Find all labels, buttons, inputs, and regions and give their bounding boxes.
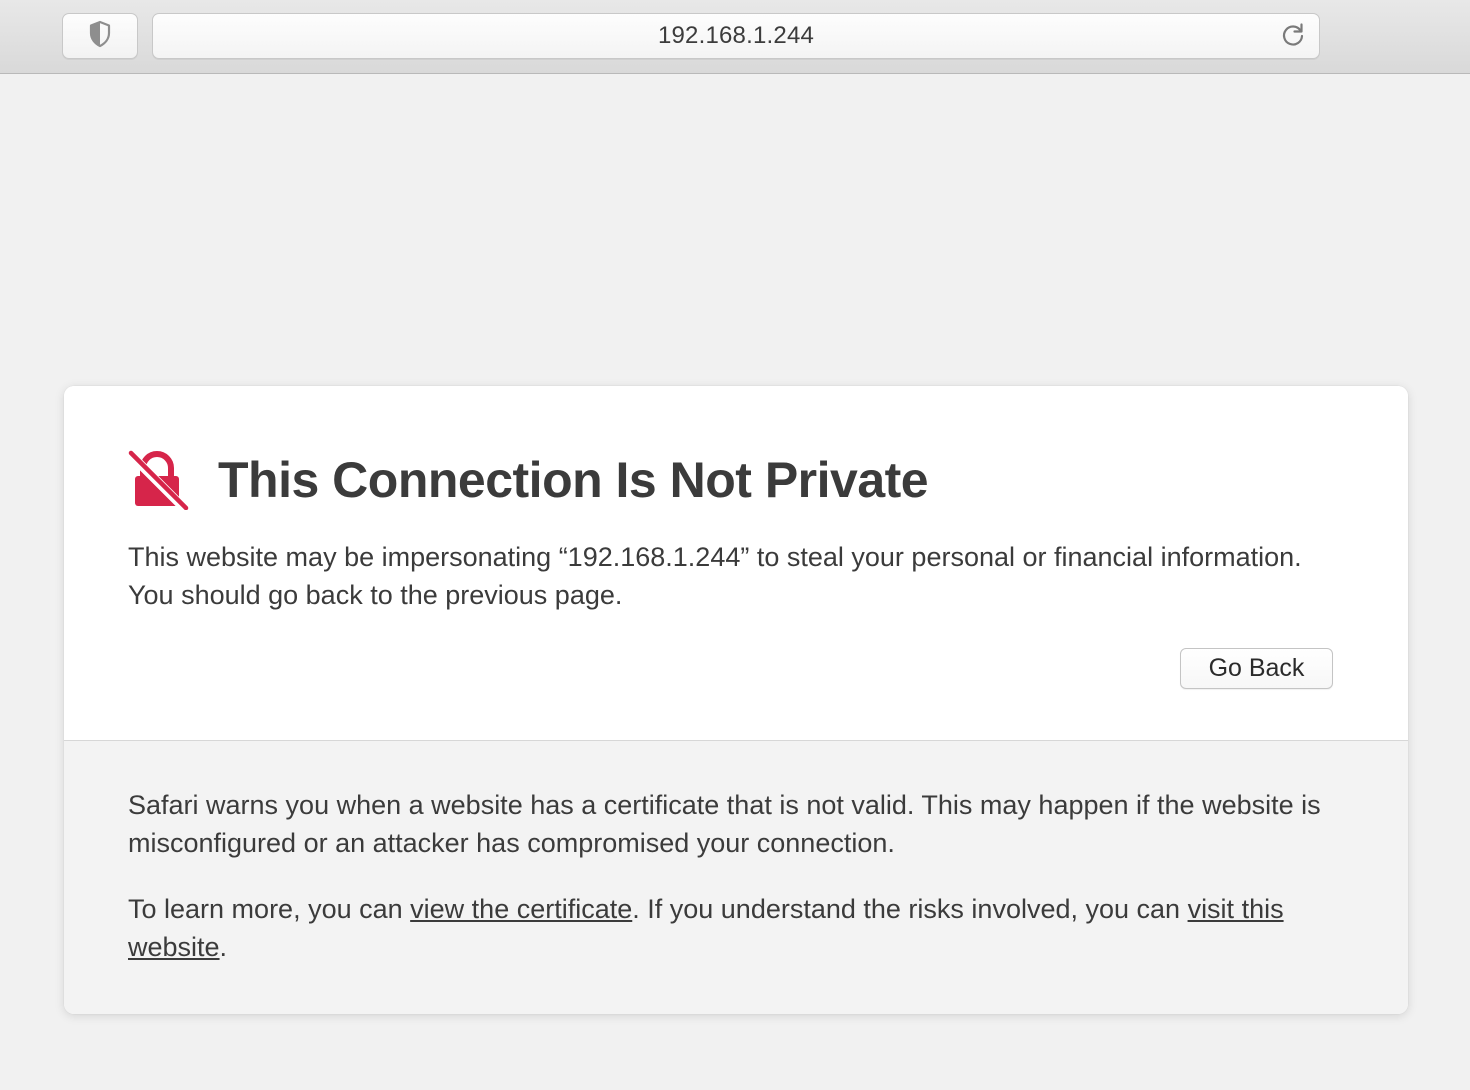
reload-button[interactable]	[1277, 21, 1309, 53]
browser-toolbar: 192.168.1.244	[0, 0, 1470, 74]
learn-more-middle: . If you understand the risks involved, …	[632, 894, 1188, 924]
go-back-button[interactable]: Go Back	[1180, 648, 1333, 689]
broken-lock-icon	[124, 448, 190, 513]
warning-section: This Connection Is Not Private This webs…	[64, 386, 1408, 740]
warning-card: This Connection Is Not Private This webs…	[64, 386, 1408, 1014]
view-certificate-link[interactable]: view the certificate	[410, 894, 632, 924]
address-text: 192.168.1.244	[657, 22, 815, 49]
shield-half-icon	[88, 20, 112, 53]
privacy-shield-button[interactable]	[62, 13, 138, 59]
address-bar[interactable]: 192.168.1.244	[152, 13, 1320, 59]
page-title: This Connection Is Not Private	[218, 452, 929, 508]
learn-more-suffix: .	[219, 932, 228, 962]
warning-description: This website may be impersonating “192.1…	[128, 542, 1302, 610]
certificate-explanation: Safari warns you when a website has a ce…	[128, 790, 1321, 858]
learn-more-text: To learn more, you can view the certific…	[128, 890, 1348, 966]
reload-icon	[1280, 22, 1306, 53]
learn-more-prefix: To learn more, you can	[128, 894, 411, 924]
details-section	[64, 741, 1408, 1014]
